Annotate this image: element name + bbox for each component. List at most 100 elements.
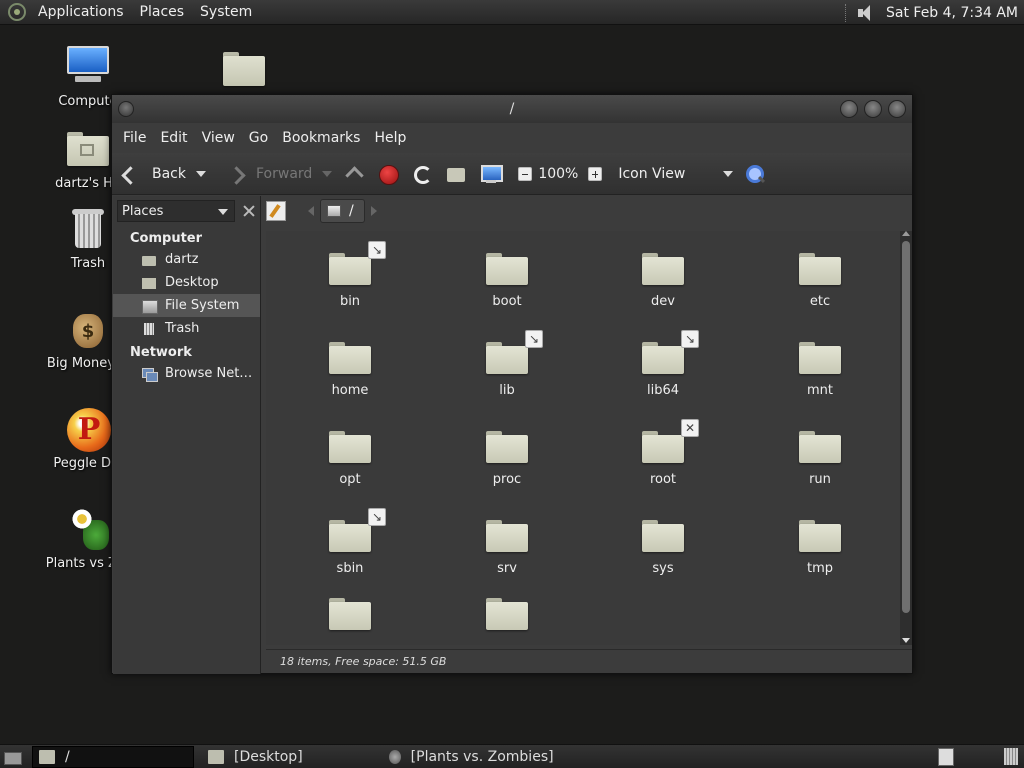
workspace-switcher[interactable] xyxy=(938,748,954,766)
stop-button[interactable] xyxy=(376,153,400,195)
file-item[interactable]: tmp xyxy=(760,514,880,576)
menu-help[interactable]: Help xyxy=(367,130,413,146)
file-item[interactable]: run xyxy=(760,425,880,487)
zoom-out-button[interactable] xyxy=(518,166,533,181)
file-name: lib xyxy=(499,383,515,398)
distro-logo-icon[interactable] xyxy=(8,3,26,21)
taskbar-item-desktop[interactable]: [Desktop] xyxy=(202,746,303,768)
sidebar-item-trash[interactable]: Trash xyxy=(113,317,260,340)
menu-view[interactable]: View xyxy=(195,130,242,146)
folder-icon: ✕ xyxy=(641,419,699,463)
unreadable-emblem-icon: ✕ xyxy=(681,419,699,437)
file-name: etc xyxy=(809,294,831,309)
file-item[interactable]: home xyxy=(290,336,410,398)
zoom-in-button[interactable] xyxy=(588,166,603,181)
menu-edit[interactable]: Edit xyxy=(153,130,194,146)
taskbar-item-file-manager[interactable]: / xyxy=(32,745,194,768)
view-mode-select[interactable]: Icon View xyxy=(618,153,734,195)
taskbar-item-plants-vs-zombies[interactable]: [Plants vs. Zombies] xyxy=(383,746,554,768)
window-controls xyxy=(840,100,906,118)
sidebar-item-dartz[interactable]: dartz xyxy=(113,248,260,271)
file-name: sbin xyxy=(336,561,364,576)
file-item[interactable]: etc xyxy=(760,247,880,309)
trash-icon[interactable] xyxy=(1004,748,1018,765)
plants-vs-zombies-icon xyxy=(388,749,401,764)
computer-icon xyxy=(478,162,504,186)
folder-icon xyxy=(485,247,529,285)
file-item[interactable]: ✕ root xyxy=(603,419,723,487)
vertical-scrollbar[interactable] xyxy=(900,231,912,645)
close-button[interactable] xyxy=(888,100,906,118)
system-menu[interactable]: System xyxy=(192,4,260,20)
places-menu[interactable]: Places xyxy=(132,4,193,20)
forward-button[interactable]: Forward xyxy=(224,153,333,195)
close-sidebar-icon[interactable] xyxy=(239,201,259,221)
back-history-dropdown[interactable] xyxy=(196,170,206,177)
file-item[interactable]: proc xyxy=(447,425,567,487)
file-name: home xyxy=(331,383,369,398)
folder-icon xyxy=(485,514,529,552)
scroll-down-arrow[interactable] xyxy=(902,638,910,643)
scrollbar-thumb[interactable] xyxy=(902,241,910,613)
file-item[interactable]: ↘ sbin xyxy=(290,508,410,576)
window-menu-icon[interactable] xyxy=(118,101,134,117)
file-name: boot xyxy=(492,294,522,309)
reload-button[interactable] xyxy=(410,153,434,195)
file-item[interactable] xyxy=(290,592,410,630)
folder-icon xyxy=(798,336,842,374)
file-view[interactable]: ↘ bin boot dev etc home ↘ lib ↘ lib64 mnt opt proc ✕ r… xyxy=(266,231,912,645)
computer-button[interactable] xyxy=(478,153,504,195)
folder-icon xyxy=(798,425,842,463)
desktop-icon-folder[interactable] xyxy=(194,46,294,96)
search-button[interactable] xyxy=(743,153,767,195)
file-item[interactable]: sys xyxy=(603,514,723,576)
folder-icon: ↘ xyxy=(328,508,386,552)
applications-menu[interactable]: Applications xyxy=(30,4,132,20)
minimize-button[interactable] xyxy=(840,100,858,118)
path-button-root[interactable]: / xyxy=(320,199,365,223)
file-item[interactable]: srv xyxy=(447,514,567,576)
home-folder-icon xyxy=(65,126,111,172)
sidebar-item-label: dartz xyxy=(165,252,199,267)
computer-icon xyxy=(65,44,111,90)
scroll-up-arrow[interactable] xyxy=(902,231,910,236)
home-button[interactable] xyxy=(444,153,468,195)
file-item[interactable]: opt xyxy=(290,425,410,487)
show-desktop-icon[interactable] xyxy=(2,748,22,766)
file-item[interactable]: ↘ bin xyxy=(290,241,410,309)
forward-arrow-icon xyxy=(224,162,248,186)
network-icon xyxy=(141,366,158,382)
back-button[interactable]: Back xyxy=(120,153,206,195)
file-item[interactable]: mnt xyxy=(760,336,880,398)
menu-file[interactable]: File xyxy=(116,130,153,146)
clock[interactable]: Sat Feb 4, 7:34 AM xyxy=(886,5,1024,21)
status-bar: 18 items, Free space: 51.5 GB xyxy=(266,649,912,673)
folder-icon xyxy=(798,514,842,552)
file-item[interactable]: boot xyxy=(447,247,567,309)
edit-location-button[interactable] xyxy=(266,201,286,221)
menu-bookmarks[interactable]: Bookmarks xyxy=(275,130,367,146)
file-item[interactable]: ↘ lib64 xyxy=(603,330,723,398)
zoom-level[interactable]: 100% xyxy=(538,166,578,182)
sidebar-item-file-system[interactable]: File System xyxy=(113,294,260,317)
sidebar-group-computer: Computer xyxy=(130,231,203,246)
volume-icon[interactable] xyxy=(856,4,876,22)
sidebar-type-select[interactable]: Places xyxy=(117,200,235,222)
search-icon xyxy=(743,162,767,186)
path-scroll-left-icon[interactable] xyxy=(308,206,314,216)
window-titlebar[interactable]: / xyxy=(112,95,912,123)
maximize-button[interactable] xyxy=(864,100,882,118)
sidebar-item-browse-network[interactable]: Browse Net… xyxy=(113,362,260,385)
sidebar-item-desktop[interactable]: Desktop xyxy=(113,271,260,294)
up-button[interactable] xyxy=(342,153,366,195)
folder-icon xyxy=(641,514,685,552)
path-scroll-right-icon[interactable] xyxy=(370,206,377,216)
toolbar: Back Forward 100% Icon View xyxy=(112,153,912,195)
forward-history-dropdown[interactable] xyxy=(322,170,333,177)
file-item[interactable]: dev xyxy=(603,247,723,309)
view-mode-label: Icon View xyxy=(618,165,686,182)
file-item[interactable] xyxy=(447,592,567,630)
file-name: bin xyxy=(339,294,361,309)
file-item[interactable]: ↘ lib xyxy=(447,330,567,398)
menu-go[interactable]: Go xyxy=(242,130,275,146)
